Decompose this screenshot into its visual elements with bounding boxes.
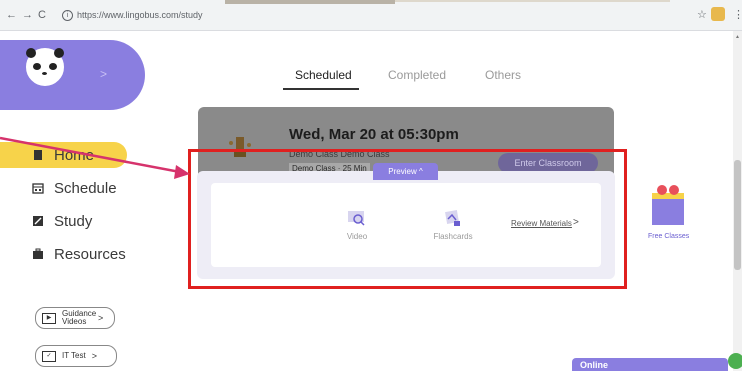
panda-logo-icon xyxy=(26,48,64,86)
gift-icon[interactable] xyxy=(651,183,685,225)
info-icon[interactable]: i xyxy=(62,10,73,22)
header-photo-strip xyxy=(225,0,395,4)
tab-completed[interactable]: Completed xyxy=(388,68,446,82)
calendar-icon xyxy=(32,182,44,194)
bookmark-star-icon[interactable]: ☆ xyxy=(697,8,707,21)
chevron-right-icon: > xyxy=(91,351,97,361)
sidebar-item-label: Home xyxy=(54,146,95,164)
sidebar-item-resources[interactable]: Resources xyxy=(26,241,126,267)
header-photo-strip-right xyxy=(395,0,670,2)
scroll-up-icon[interactable]: ▲ xyxy=(735,34,740,40)
briefcase-icon xyxy=(32,248,44,260)
scrollbar-thumb[interactable] xyxy=(734,160,741,270)
sidebar-item-label: Resources xyxy=(54,245,126,263)
it-test-button[interactable]: ✓ IT Test > xyxy=(35,345,117,367)
extension-icon[interactable] xyxy=(711,7,725,21)
document-icon xyxy=(32,149,44,161)
class-date: Wed, Mar 20 at 05:30pm xyxy=(289,126,459,143)
address-bar[interactable]: i https://www.lingobus.com/study xyxy=(62,7,662,23)
study-icon xyxy=(32,215,44,227)
online-label: Online xyxy=(580,360,609,370)
free-classes-label[interactable]: Free Classes xyxy=(648,233,689,240)
browser-menu-icon[interactable]: ⋮ xyxy=(733,8,742,21)
tab-scheduled[interactable]: Scheduled xyxy=(295,68,352,82)
reload-icon[interactable]: C xyxy=(38,9,46,21)
play-icon: ▶ xyxy=(42,312,56,324)
guidance-videos-label: Guidance Videos xyxy=(62,309,97,326)
logo-banner[interactable] xyxy=(0,40,145,110)
it-test-label: IT Test xyxy=(62,351,86,360)
monitor-check-icon: ✓ xyxy=(42,350,56,362)
guidance-videos-button[interactable]: ▶ Guidance Videos > xyxy=(35,307,115,329)
sidebar-item-label: Schedule xyxy=(54,179,117,197)
forward-icon[interactable]: → xyxy=(22,9,33,21)
sidebar-item-schedule[interactable]: Schedule xyxy=(26,175,117,201)
active-tab-underline xyxy=(283,88,359,90)
sidebar-item-home[interactable]: Home xyxy=(0,142,127,168)
sidebar-item-label: Study xyxy=(54,212,93,230)
chat-avatar-icon[interactable] xyxy=(728,353,742,369)
chevron-right-icon: > xyxy=(98,313,104,323)
sidebar-item-study[interactable]: Study xyxy=(26,208,92,234)
tab-others[interactable]: Others xyxy=(485,68,521,82)
url-text: https://www.lingobus.com/study xyxy=(77,10,203,20)
online-chat-bar[interactable]: Online xyxy=(572,358,728,371)
chevron-right-icon[interactable]: > xyxy=(100,67,107,81)
back-icon[interactable]: ← xyxy=(6,9,17,21)
highlight-box xyxy=(188,149,627,289)
